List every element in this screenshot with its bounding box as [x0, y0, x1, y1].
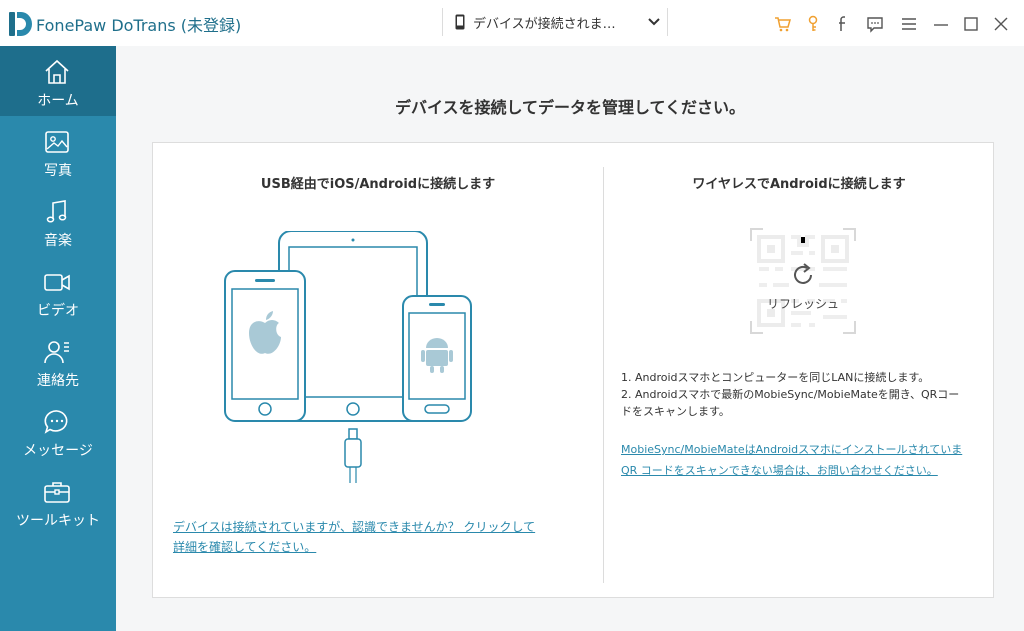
usb-help-link-line2[interactable]: 詳細を確認してください。	[173, 537, 553, 557]
menu-icon[interactable]	[900, 15, 918, 33]
sidebar-item-music[interactable]: 音楽	[0, 186, 116, 256]
sidebar-item-video[interactable]: ビデオ	[0, 256, 116, 326]
title-bar: FonePaw DoTrans (未登録) デバイスが接続されま…	[0, 0, 1024, 46]
sidebar-item-label: 写真	[44, 163, 72, 179]
video-icon	[44, 274, 70, 291]
music-icon	[46, 200, 67, 223]
home-icon	[45, 59, 69, 84]
toolkit-icon	[44, 482, 70, 503]
key-icon[interactable]	[804, 15, 822, 33]
main-content: デバイスを接続してデータを管理してください。 USB経由でiOS/Android…	[116, 46, 1024, 631]
close-icon[interactable]	[992, 15, 1010, 33]
cart-icon[interactable]	[774, 15, 792, 33]
wireless-help-link-line1[interactable]: MobieSync/MobieMateはAndroidスマホにインストールされて…	[621, 439, 993, 460]
message-icon	[44, 410, 68, 434]
refresh-icon[interactable]	[789, 261, 817, 289]
sidebar-item-toolkit[interactable]: ツールキット	[0, 466, 116, 536]
photo-icon	[45, 131, 69, 153]
sidebar-item-label: 連絡先	[37, 373, 79, 389]
maximize-icon[interactable]	[962, 15, 980, 33]
page-title: デバイスを接続してデータを管理してください。	[394, 98, 746, 117]
facebook-icon[interactable]	[834, 15, 852, 33]
wireless-help-link[interactable]: MobieSync/MobieMateはAndroidスマホにインストールされて…	[621, 439, 993, 481]
sidebar: ホーム 写真 音楽 ビデオ 連絡先 メッセージ ツールキット	[0, 46, 116, 631]
wireless-step-1: 1. Androidスマホとコンピューターを同じLANに接続します。	[621, 371, 930, 384]
usb-help-link-line1[interactable]: デバイスは接続されていますが、認識できませんか？ クリックして	[173, 517, 553, 537]
app-logo-icon	[9, 12, 32, 36]
usb-section-title: USB経由でiOS/Androidに接続します	[260, 177, 496, 192]
feedback-icon[interactable]	[866, 15, 884, 33]
sidebar-item-label: ホーム	[37, 93, 79, 109]
usb-devices-illustration-icon	[224, 231, 472, 483]
chevron-down-icon[interactable]	[647, 16, 661, 28]
device-selector-label: デバイスが接続されま…	[473, 17, 616, 32]
app-title: FonePaw DoTrans (未登録)	[36, 16, 242, 35]
usb-help-link[interactable]: デバイスは接続されていますが、認識できませんか？ クリックして 詳細を確認してく…	[173, 517, 553, 557]
contacts-icon	[44, 341, 69, 364]
wireless-steps: 1. Androidスマホとコンピューターを同じLANに接続します。 2. An…	[621, 369, 989, 420]
sidebar-item-home[interactable]: ホーム	[0, 46, 116, 116]
sidebar-item-contacts[interactable]: 連絡先	[0, 326, 116, 396]
sidebar-item-photo[interactable]: 写真	[0, 116, 116, 186]
wireless-section-title: ワイヤレスでAndroidに接続します	[692, 177, 906, 192]
sidebar-item-label: ツールキット	[16, 513, 100, 529]
refresh-label[interactable]: リフレッシュ	[749, 295, 857, 312]
device-selector[interactable]: デバイスが接続されま…	[442, 8, 668, 36]
sidebar-item-messages[interactable]: メッセージ	[0, 396, 116, 466]
connect-panel: USB経由でiOS/Androidに接続します デバイスは接続されていますが、認…	[152, 142, 994, 598]
sidebar-item-label: 音楽	[44, 233, 72, 249]
wireless-help-link-line2[interactable]: QR コードをスキャンできない場合は、お問い合わせください。	[621, 460, 993, 481]
section-divider	[603, 167, 604, 583]
minimize-icon[interactable]	[932, 15, 950, 33]
sidebar-item-label: メッセージ	[23, 443, 93, 459]
sidebar-item-label: ビデオ	[37, 303, 79, 319]
phone-icon	[455, 14, 465, 30]
wireless-step-2-cont: ドをスキャンします。	[621, 405, 730, 418]
wireless-step-2: 2. Androidスマホで最新のMobieSync/MobieMateを開き、…	[621, 388, 960, 401]
